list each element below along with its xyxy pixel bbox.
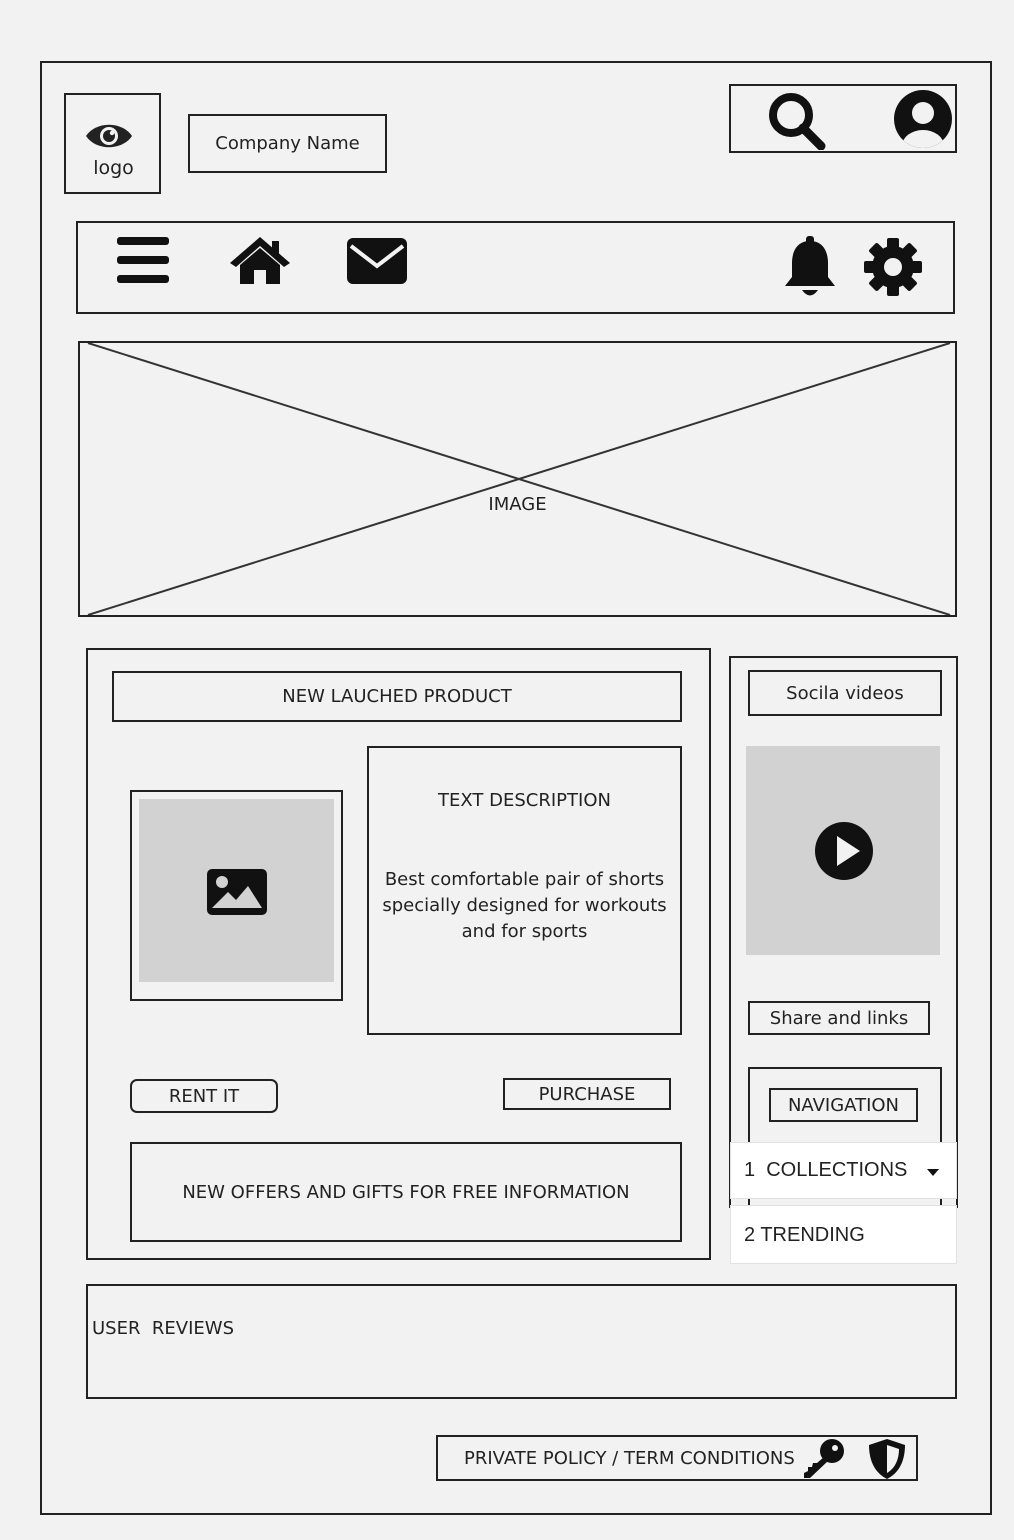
video-player[interactable] bbox=[746, 746, 940, 955]
search-icon[interactable] bbox=[765, 90, 829, 150]
mail-icon[interactable] bbox=[345, 236, 409, 286]
nav-bar bbox=[76, 221, 955, 314]
shield-icon[interactable] bbox=[865, 1437, 909, 1481]
product-description: TEXT DESCRIPTION Best comfortable pair o… bbox=[367, 746, 682, 1035]
hero-image: IMAGE bbox=[78, 341, 957, 617]
bell-icon[interactable] bbox=[781, 235, 839, 299]
nav-item-trending[interactable]: 2 TRENDING bbox=[730, 1205, 957, 1264]
header-actions bbox=[729, 84, 957, 153]
description-body: Best comfortable pair of shorts speciall… bbox=[382, 869, 667, 942]
nav-item-collections[interactable]: 1 COLLECTIONS bbox=[730, 1142, 957, 1199]
logo-label: logo bbox=[93, 157, 134, 179]
user-reviews[interactable]: USER REVIEWS bbox=[86, 1284, 957, 1399]
image-icon bbox=[207, 869, 267, 915]
nav-item-label: 2 TRENDING bbox=[744, 1224, 865, 1246]
user-reviews-label: USER REVIEWS bbox=[92, 1318, 235, 1339]
menu-icon[interactable] bbox=[115, 235, 171, 285]
purchase-button[interactable]: PURCHASE bbox=[503, 1078, 671, 1110]
rent-button[interactable]: RENT IT bbox=[130, 1079, 278, 1113]
policy-label: PRIVATE POLICY / TERM CONDITIONS bbox=[464, 1448, 795, 1469]
nav-item-label: 1 COLLECTIONS bbox=[744, 1159, 908, 1181]
eye-icon bbox=[86, 124, 132, 148]
description-title: TEXT DESCRIPTION bbox=[438, 790, 611, 811]
logo[interactable]: logo bbox=[64, 93, 161, 194]
navigation-label: NAVIGATION bbox=[769, 1088, 918, 1122]
share-links-button[interactable]: Share and links bbox=[748, 1001, 930, 1035]
play-icon[interactable] bbox=[814, 821, 874, 881]
product-section-title: NEW LAUCHED PRODUCT bbox=[112, 671, 682, 722]
product-image-placeholder bbox=[139, 799, 334, 982]
user-avatar-icon[interactable] bbox=[892, 88, 954, 150]
gear-icon[interactable] bbox=[863, 237, 923, 297]
product-image[interactable] bbox=[130, 790, 343, 1001]
image-placeholder-cross bbox=[87, 343, 951, 615]
home-icon[interactable] bbox=[228, 234, 292, 286]
policy-bar[interactable]: PRIVATE POLICY / TERM CONDITIONS bbox=[436, 1435, 918, 1481]
social-videos-label: Socila videos bbox=[748, 670, 942, 716]
caret-down-icon[interactable] bbox=[926, 1167, 940, 1177]
key-icon[interactable] bbox=[800, 1437, 848, 1479]
company-name[interactable]: Company Name bbox=[188, 114, 387, 173]
offers-info[interactable]: NEW OFFERS AND GIFTS FOR FREE INFORMATIO… bbox=[130, 1142, 682, 1242]
hero-image-label: IMAGE bbox=[488, 494, 547, 515]
